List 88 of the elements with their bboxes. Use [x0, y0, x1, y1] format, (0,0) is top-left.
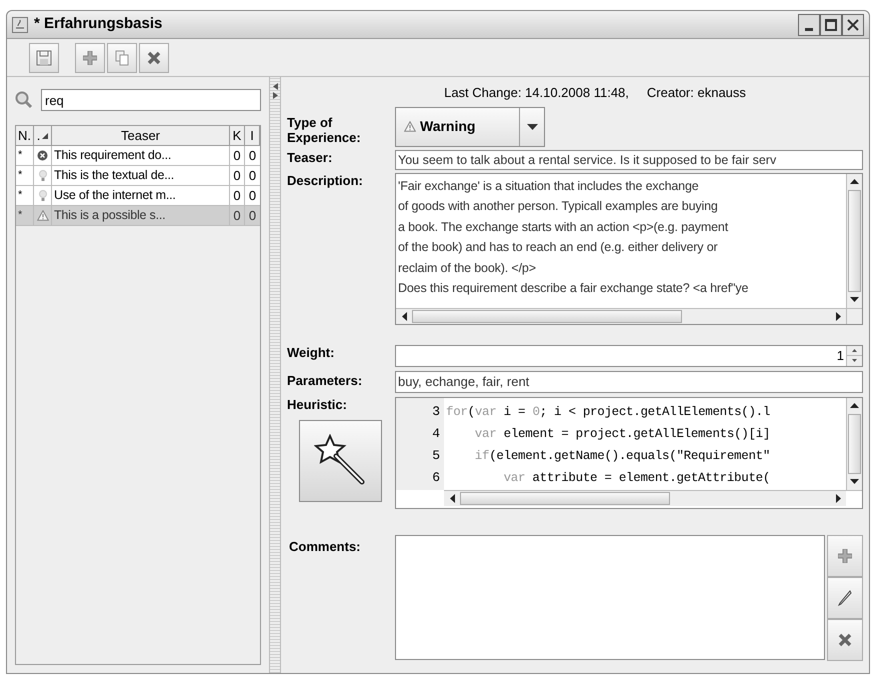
table-row[interactable]: * Use of the internet m... 0 0 — [16, 186, 260, 206]
down-arrow-icon — [850, 297, 859, 302]
window-title: * Erfahrungsbasis — [34, 14, 164, 34]
type-dropdown[interactable]: Warning — [395, 106, 545, 146]
warning-icon — [36, 210, 48, 221]
cross-icon — [838, 632, 852, 646]
table-cell: * — [16, 186, 34, 205]
vertical-scrollbar[interactable] — [846, 174, 862, 308]
copy-icon — [115, 50, 129, 66]
error-icon — [37, 150, 48, 161]
column-header[interactable]: . — [34, 126, 52, 145]
lightbulb-icon — [38, 170, 46, 182]
weight-spinner[interactable]: 1 — [395, 344, 863, 366]
line-number: 6 — [431, 468, 441, 486]
vertical-scrollbar[interactable] — [846, 398, 862, 490]
delete-comment-button[interactable] — [827, 618, 863, 660]
table-cell: This is a possible s... — [52, 206, 230, 225]
teaser-label: Teaser: — [287, 150, 334, 166]
line-number: 5 — [431, 446, 441, 464]
sort-icon — [42, 132, 48, 138]
table-row[interactable]: * This is the textual de... 0 0 — [16, 166, 260, 186]
collapse-arrows-icon — [272, 83, 278, 99]
comments-label: Comments: — [288, 538, 362, 556]
magic-wand-icon — [314, 434, 368, 488]
table-cell-text: 0 — [248, 147, 258, 165]
minimize-button[interactable] — [798, 14, 820, 36]
table-cell-text: 0 — [248, 187, 258, 205]
lightbulb-icon — [38, 190, 46, 202]
table-cell: * — [16, 166, 34, 185]
table-cell: 0 — [230, 146, 245, 165]
creator-text: Creator: eknauss — [646, 84, 746, 102]
horizontal-scrollbar[interactable] — [396, 308, 846, 324]
description-label: Description: — [287, 172, 364, 190]
column-header[interactable]: Teaser — [52, 126, 230, 145]
table-cell: 0 — [230, 166, 245, 185]
line-number: 4 — [431, 424, 441, 442]
app-icon — [12, 16, 28, 32]
parameters-field[interactable]: buy, echange, fair, rent — [395, 370, 863, 392]
plus-icon — [838, 548, 852, 562]
line-number: 3 — [431, 402, 441, 420]
table-cell: Use of the internet m... — [52, 186, 230, 205]
table-cell: This requirement do... — [52, 146, 230, 165]
save-button[interactable] — [29, 42, 59, 72]
heuristic-label: Heuristic: — [287, 396, 348, 412]
horizontal-scrollbar[interactable] — [444, 490, 846, 506]
table-cell: 0 — [230, 206, 245, 225]
column-header[interactable]: K — [230, 126, 245, 145]
down-arrow-icon — [850, 479, 859, 484]
table-cell: 0 — [230, 186, 245, 205]
copy-button[interactable] — [107, 42, 137, 72]
parameters-label: Parameters: — [287, 372, 364, 390]
right-arrow-icon — [836, 312, 840, 320]
warning-icon — [404, 121, 416, 132]
search-icon — [15, 91, 33, 109]
table-cell: * — [16, 146, 34, 165]
up-arrow-icon — [850, 403, 859, 408]
search-field[interactable]: req — [41, 89, 261, 111]
edit-comment-button[interactable] — [827, 576, 863, 618]
column-header[interactable]: I — [245, 126, 260, 145]
column-header[interactable]: N. — [16, 126, 34, 145]
weight-label: Weight: — [287, 344, 336, 362]
pencil-icon — [838, 590, 852, 606]
maximize-button[interactable] — [820, 14, 842, 36]
scrollbar-corner — [846, 308, 862, 324]
left-arrow-icon — [450, 494, 454, 502]
plus-icon — [83, 50, 97, 64]
code-editor[interactable]: for(var i = 0; i < project.getAllElements().l var element = project.getAllElements()[i] if(element.getName().equals("Requirement" var attribute = element.getAttribute( — [444, 398, 846, 490]
close-button[interactable] — [842, 14, 864, 36]
last-change-text: Last Change: 14.10.2008 11:48, — [444, 84, 629, 102]
add-button[interactable] — [75, 42, 105, 72]
table-cell: * — [16, 206, 34, 225]
left-arrow-icon — [402, 312, 406, 320]
close-icon — [846, 18, 860, 32]
table-cell-text: 0 — [248, 207, 258, 225]
add-comment-button[interactable] — [827, 534, 863, 576]
type-label: Type of Experience: — [287, 114, 362, 146]
magic-wand-button[interactable] — [299, 420, 382, 502]
teaser-field[interactable]: You seem to talk about a rental service. Is it supposed to be fair serv — [395, 150, 863, 170]
table-cell: This is the textual de... — [52, 166, 230, 185]
table-row[interactable]: * This is a possible s... 0 0 — [16, 206, 260, 226]
table-row[interactable]: * This requirement do... 0 0 — [16, 146, 260, 166]
comments-field[interactable] — [395, 534, 825, 660]
right-arrow-icon — [836, 494, 840, 502]
up-arrow-icon — [850, 179, 859, 184]
table-cell-text: 0 — [248, 167, 258, 185]
delete-button[interactable] — [139, 42, 169, 72]
caret-icon — [526, 124, 538, 130]
cross-icon — [147, 50, 161, 64]
